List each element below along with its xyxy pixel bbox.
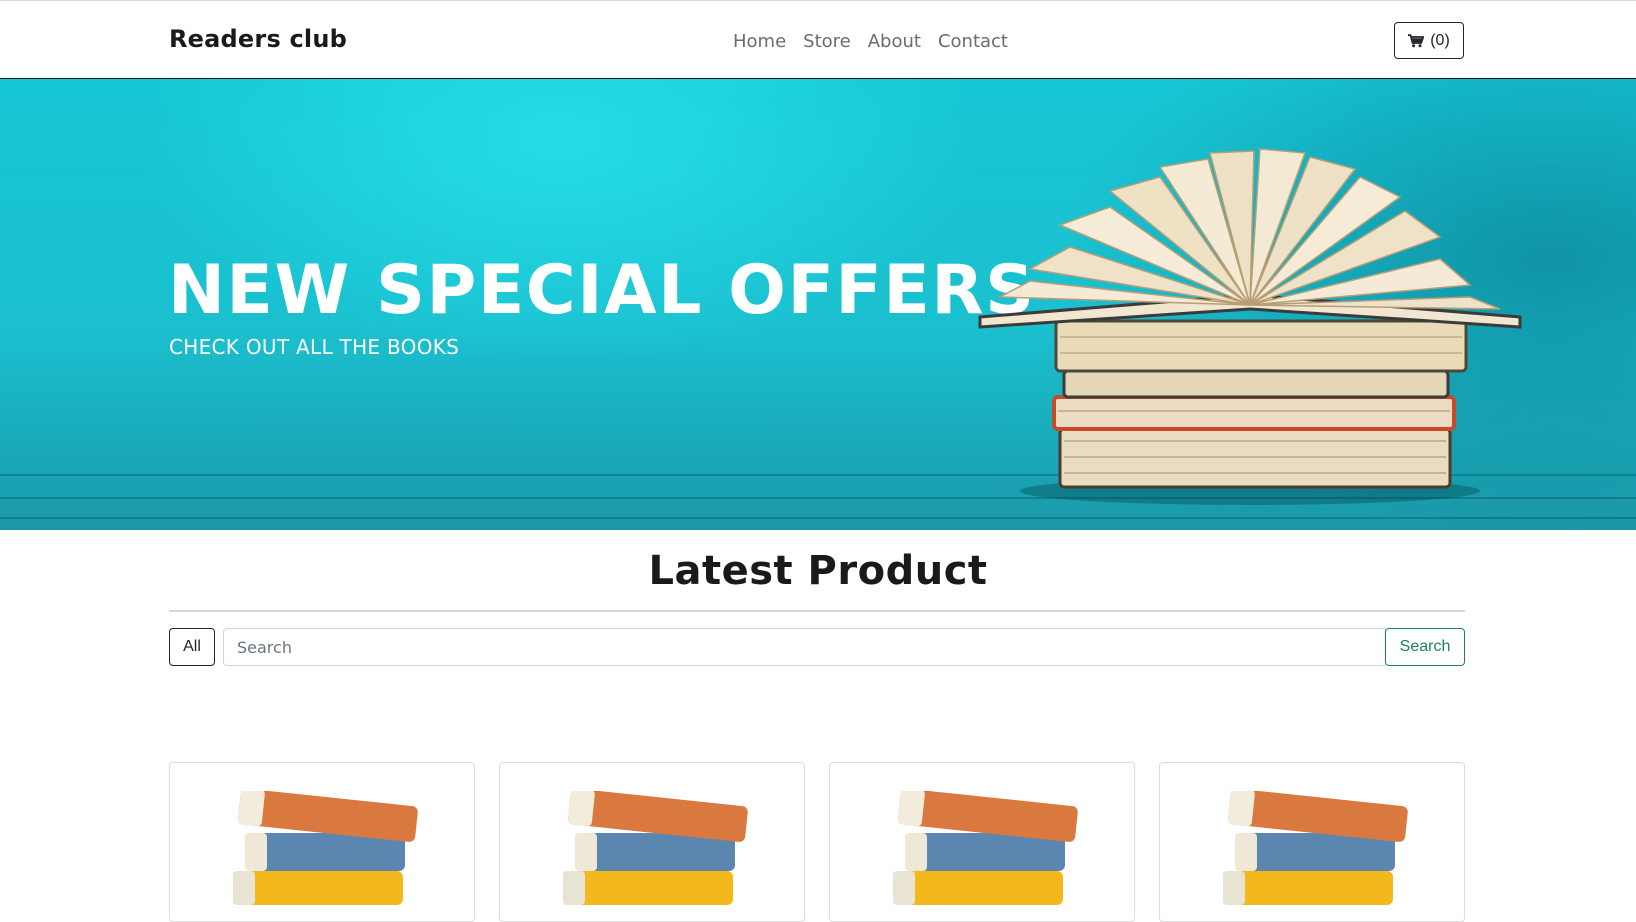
section-title: Latest Product — [648, 548, 988, 594]
book-stack-image — [233, 791, 418, 905]
navbar: Readers club Home Store About Contact (0… — [0, 0, 1636, 79]
product-card[interactable] — [169, 762, 475, 922]
nav-link-home[interactable]: Home — [733, 31, 786, 55]
hero-subtitle: CHECK OUT ALL THE BOOKS — [169, 335, 460, 359]
search-input[interactable] — [223, 628, 1386, 666]
book-stack-image — [563, 791, 748, 905]
divider — [169, 610, 1465, 612]
book-stack-image — [893, 791, 1078, 905]
cart-count: (0) — [1430, 31, 1450, 49]
hero-title: NEW SPECIAL OFFERS — [168, 251, 1036, 330]
product-card[interactable] — [1159, 762, 1465, 922]
nav-link-about[interactable]: About — [868, 31, 921, 55]
product-card[interactable] — [499, 762, 805, 922]
nav-link-contact[interactable]: Contact — [938, 31, 1008, 55]
brand-logo[interactable]: Readers club — [169, 25, 347, 53]
nav-links: Home Store About Contact — [733, 31, 1008, 55]
stacked-open-book-illustration — [978, 148, 1522, 505]
nav-link-store[interactable]: Store — [803, 31, 851, 55]
search-button[interactable]: Search — [1385, 628, 1465, 666]
cart-icon — [1408, 33, 1425, 48]
cart-button[interactable]: (0) — [1394, 22, 1464, 59]
book-stack-image — [1223, 791, 1408, 905]
product-card[interactable] — [829, 762, 1135, 922]
hero-banner: NEW SPECIAL OFFERS CHECK OUT ALL THE BOO… — [0, 79, 1636, 530]
filter-all-button[interactable]: All — [169, 628, 215, 666]
